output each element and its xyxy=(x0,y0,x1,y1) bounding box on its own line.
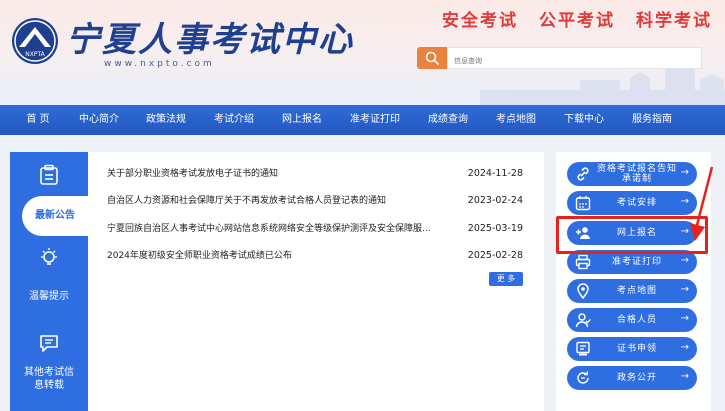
news-item[interactable]: 自治区人力资源和社会保障厅关于不再发放考试合格人员登记表的通知 2023-02-… xyxy=(107,191,523,211)
arrow-right-icon: → xyxy=(680,371,689,382)
site-logo-text[interactable]: 宁夏人事考试中心 xyxy=(66,12,354,61)
more-button[interactable]: 更 多 xyxy=(489,272,523,286)
refresh-icon xyxy=(577,371,589,384)
quick-link-qualified[interactable]: 合格人员 → xyxy=(567,308,697,332)
quick-link-label: 合格人员 xyxy=(616,315,657,325)
tab-latest-notice[interactable]: 最新公告 xyxy=(22,196,88,236)
slogan-1: 安全考试 xyxy=(442,11,518,31)
quick-link-label: 政务公开 xyxy=(616,373,657,383)
quick-link-label: 考点地图 xyxy=(616,286,657,296)
tab-icon-chat[interactable] xyxy=(10,330,88,356)
tab-icon-clipboard[interactable] xyxy=(10,160,88,190)
search-input[interactable] xyxy=(448,51,694,71)
tab-icon-lightbulb[interactable] xyxy=(10,245,88,271)
red-annotation-arrow-icon xyxy=(690,166,714,241)
chat-icon xyxy=(40,335,58,352)
news-item[interactable]: 宁夏回族自治区人事考试中心网站信息系统网络安全等级保护测评及安全保障服... 2… xyxy=(107,219,523,239)
site-url: www.nxpto.com xyxy=(104,59,215,69)
emblem-text: NXPTA xyxy=(25,51,45,58)
map-pin-icon xyxy=(577,283,589,299)
lightbulb-icon xyxy=(41,248,57,265)
arrow-right-icon: → xyxy=(680,313,689,324)
clipboard-icon xyxy=(40,164,58,185)
nav-service-guide[interactable]: 服务指南 xyxy=(632,105,672,135)
nav-about[interactable]: 中心简介 xyxy=(79,105,119,135)
news-date: 2025-02-28 xyxy=(467,250,523,261)
nav-exam-map[interactable]: 考点地图 xyxy=(496,105,536,135)
tab-warm-tips[interactable]: 温馨提示 xyxy=(10,287,88,307)
search-box xyxy=(447,47,702,71)
nav-exam-intro[interactable]: 考试介绍 xyxy=(214,105,254,135)
quick-link-public-affairs[interactable]: 政务公开 → xyxy=(567,366,697,390)
quick-link-label: 证书申领 xyxy=(616,344,657,354)
site-header: NXPTA 宁夏人事考试中心 www.nxpto.com 安全考试 公平考试 科… xyxy=(0,0,725,105)
news-item[interactable]: 关于部分职业资格考试发放电子证书的通知 2024-11-28 xyxy=(107,164,523,184)
nav-score-query[interactable]: 成绩查询 xyxy=(428,105,468,135)
quick-link-label: 资格考试报名告知承诺制 xyxy=(597,164,678,184)
slogan-3: 科学考试 xyxy=(636,11,712,31)
news-date: 2024-11-28 xyxy=(467,168,523,179)
arrow-right-icon: → xyxy=(680,342,689,353)
quick-link-certificate[interactable]: 证书申领 → xyxy=(567,337,697,361)
quick-link-exam-schedule[interactable]: 考试安排 → xyxy=(567,191,697,215)
nav-policy[interactable]: 政策法规 xyxy=(146,105,186,135)
arrow-right-icon: → xyxy=(680,167,689,178)
search-button[interactable] xyxy=(417,47,447,69)
nav-downloads[interactable]: 下载中心 xyxy=(564,105,604,135)
quick-link-label: 考试安排 xyxy=(616,198,657,208)
nav-admission-ticket[interactable]: 准考证打印 xyxy=(350,105,400,135)
news-date: 2025-03-19 xyxy=(467,223,523,234)
main-nav: 首 页 中心简介 政策法规 考试介绍 网上报名 准考证打印 成绩查询 考点地图 … xyxy=(0,105,725,135)
arrow-right-icon: → xyxy=(680,196,689,207)
arrow-right-icon: → xyxy=(680,284,689,295)
news-title[interactable]: 自治区人力资源和社会保障厅关于不再发放考试合格人员登记表的通知 xyxy=(107,191,452,211)
logo-emblem-icon[interactable]: NXPTA xyxy=(11,17,59,65)
news-title[interactable]: 宁夏回族自治区人事考试中心网站信息系统网络安全等级保护测评及安全保障服... xyxy=(107,219,452,239)
link-icon xyxy=(577,167,589,181)
slogan-2: 公平考试 xyxy=(539,11,615,31)
tab-other-exams[interactable]: 其他考试信息转载 xyxy=(10,366,88,400)
news-tabs: 最新公告 温馨提示 其他考试信息转载 xyxy=(10,152,88,411)
nav-home[interactable]: 首 页 xyxy=(26,105,49,135)
news-title[interactable]: 2024年度初级安全师职业资格考试成绩已公布 xyxy=(107,246,452,266)
nav-online-registration[interactable]: 网上报名 xyxy=(282,105,322,135)
news-item[interactable]: 2024年度初级安全师职业资格考试成绩已公布 2025-02-28 xyxy=(107,246,523,266)
news-title[interactable]: 关于部分职业资格考试发放电子证书的通知 xyxy=(107,164,452,184)
highlight-box xyxy=(556,216,708,254)
quick-link-exam-map[interactable]: 考点地图 → xyxy=(567,279,697,303)
arrow-right-icon: → xyxy=(680,255,689,266)
certificate-icon xyxy=(576,341,590,356)
search-icon xyxy=(425,51,439,65)
calendar-icon xyxy=(575,196,591,211)
news-date: 2023-02-24 xyxy=(467,195,523,206)
person-icon xyxy=(575,313,591,328)
quick-link-commitment[interactable]: 资格考试报名告知承诺制 → xyxy=(567,162,697,186)
printer-icon xyxy=(575,254,591,270)
